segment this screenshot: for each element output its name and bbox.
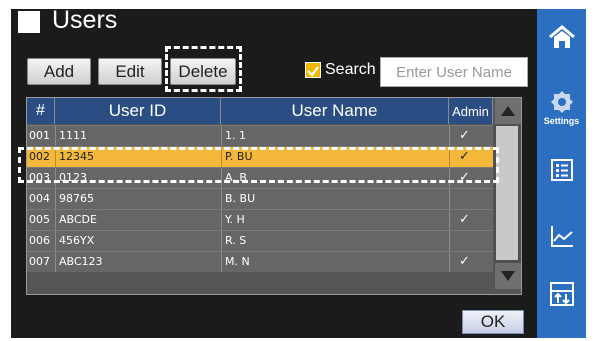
table-row[interactable]: 006 456YX R. S (27, 230, 493, 251)
home-icon (548, 25, 575, 48)
cell-user-name: R. S (225, 234, 247, 247)
column-divider (221, 189, 222, 209)
search-label: Search (325, 61, 376, 78)
table-row[interactable]: 004 98765 B. BU (27, 188, 493, 209)
add-button[interactable]: Add (27, 58, 91, 85)
column-divider (55, 231, 56, 251)
table-row[interactable]: 005 ABCDE Y. H ✓ (27, 209, 493, 230)
cell-number: 006 (29, 234, 50, 247)
scrollbar-thumb[interactable] (496, 126, 518, 260)
search-checkbox[interactable] (305, 62, 321, 78)
cell-user-name: 1. 1 (225, 129, 246, 142)
scroll-up-button[interactable] (495, 98, 521, 124)
page-title: Users (52, 6, 118, 34)
cell-user-name: B. BU (225, 192, 256, 205)
sidebar-item-settings[interactable]: Settings (537, 90, 586, 126)
column-divider (221, 231, 222, 251)
column-divider (449, 210, 450, 230)
checklist-icon (550, 159, 573, 181)
settings-label: Settings (543, 116, 580, 126)
sidebar-item-chart[interactable] (537, 223, 586, 249)
column-divider (449, 189, 450, 209)
cell-admin-check: ✓ (459, 212, 470, 227)
column-header-user-name[interactable]: User Name (221, 98, 449, 124)
scroll-up-icon (501, 106, 515, 116)
cell-admin-check: ✓ (459, 128, 470, 143)
column-divider (55, 252, 56, 272)
check-icon (307, 66, 319, 77)
column-divider (221, 252, 222, 272)
cell-number: 007 (29, 255, 50, 268)
search-input[interactable]: Enter User Name (380, 57, 528, 87)
table-row[interactable]: 001 1111 1. 1 ✓ (27, 125, 493, 146)
column-divider (55, 126, 56, 146)
cell-user-name: Y. H (225, 213, 245, 226)
sidebar-item-home[interactable] (537, 24, 586, 50)
column-divider (449, 252, 450, 272)
sidebar-item-list[interactable] (537, 158, 586, 182)
cell-user-id: 98765 (59, 192, 94, 205)
transfer-icon (549, 282, 574, 306)
cell-user-id: ABCDE (59, 213, 97, 226)
column-divider (55, 189, 56, 209)
column-header-admin[interactable]: Admin (449, 98, 493, 124)
title-square-icon (18, 11, 40, 33)
cell-user-id: 1111 (59, 129, 87, 142)
delete-highlight (165, 46, 242, 92)
table-row[interactable]: 007 ABC123 M. N ✓ (27, 251, 493, 272)
scroll-down-button[interactable] (495, 263, 521, 289)
cell-user-id: ABC123 (59, 255, 103, 268)
selected-row-highlight (18, 147, 499, 183)
cell-user-id: 456YX (59, 234, 95, 247)
gear-icon (550, 91, 573, 113)
column-header-number[interactable]: # (27, 98, 55, 124)
column-header-user-id[interactable]: User ID (55, 98, 221, 124)
edit-button[interactable]: Edit (98, 58, 162, 85)
column-divider (55, 210, 56, 230)
ok-button[interactable]: OK (462, 310, 524, 334)
cell-number: 005 (29, 213, 50, 226)
column-divider (449, 231, 450, 251)
cell-admin-check: ✓ (459, 254, 470, 269)
sidebar-item-transfer[interactable] (537, 281, 586, 307)
column-divider (221, 210, 222, 230)
cell-user-name: M. N (225, 255, 250, 268)
cell-number: 004 (29, 192, 50, 205)
line-chart-icon (550, 226, 573, 247)
cell-number: 001 (29, 129, 50, 142)
column-divider (449, 126, 450, 146)
scroll-down-icon (501, 271, 515, 281)
column-divider (221, 126, 222, 146)
